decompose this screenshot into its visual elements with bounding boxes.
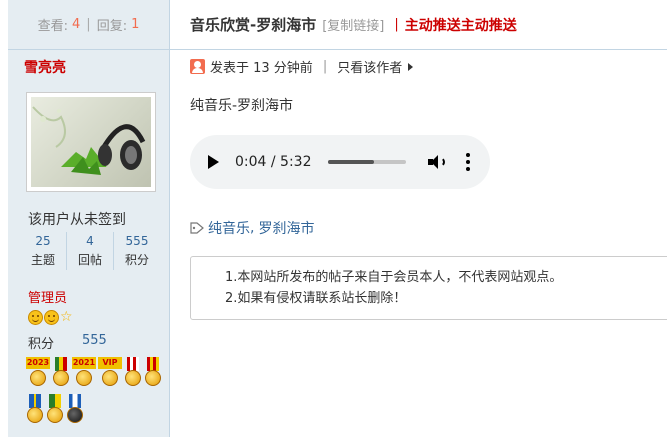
stat-value: 4 [86, 234, 94, 248]
stat-label: 回帖 [77, 253, 102, 267]
medal-year-label: 2021 [72, 357, 96, 369]
points-value: 555 [82, 333, 107, 348]
views-count: 4 [72, 17, 81, 32]
stat-value: 25 [35, 234, 51, 248]
vip-label: VIP [98, 357, 122, 369]
smiley-rank-icon [28, 310, 43, 325]
disclaimer-line: 1.本网站所发布的帖子来自于会员本人，不代表网站观点。 [225, 270, 563, 285]
rank-icons: ☆ [28, 310, 73, 325]
audio-progress-bar[interactable] [327, 160, 406, 164]
medal-icon[interactable]: 2023 [26, 357, 50, 393]
post-content: 纯音乐-罗刹海市 [190, 98, 294, 114]
stat-topics[interactable]: 25 主题 [20, 232, 66, 270]
replies-count: 1 [131, 17, 140, 32]
copy-link-button[interactable]: [复制链接] [322, 15, 384, 34]
post-meta: 发表于 13 分钟前 | 只看该作者 [190, 57, 414, 76]
medal-icon[interactable] [124, 357, 142, 393]
stat-label: 主题 [30, 253, 55, 267]
disclaimer-box: 1.本网站所发布的帖子来自于会员本人，不代表网站观点。 2.如果有侵权请联系站长… [190, 256, 667, 320]
page-title: 音乐欣赏-罗刹海市 [190, 16, 317, 34]
tag-link[interactable]: 罗刹海市 [258, 218, 314, 238]
audio-player: 0:04 / 5:32 [190, 135, 490, 189]
medal-year-label: 2023 [26, 357, 50, 369]
divider: | [322, 59, 328, 74]
user-points: 积分 555 [28, 333, 107, 352]
tag-list: 纯音乐 , 罗刹海市 [190, 218, 314, 238]
divider: | [394, 17, 399, 32]
tag-icon [190, 222, 204, 234]
views-label: 查看: [37, 19, 69, 34]
audio-time: 0:04 / 5:32 [235, 154, 312, 170]
medal-list: 2023 2021 VIP [26, 357, 166, 430]
headphones-avatar-icon [32, 106, 146, 175]
user-stats: 25 主题 4 回帖 555 积分 [20, 232, 160, 270]
arrow-right-icon [408, 62, 414, 71]
stat-points[interactable]: 555 积分 [113, 232, 160, 270]
author-name-link[interactable]: 雪亮亮 [24, 57, 66, 77]
medal-icon[interactable]: 2021 [72, 357, 96, 393]
post-time: 发表于 13 分钟前 [210, 61, 313, 76]
more-options-icon[interactable] [465, 153, 470, 171]
thread-title-bar: 音乐欣赏-罗刹海市 [复制链接] | 主动推送主动推送 [170, 0, 667, 50]
thread-stats: 查看: 4 | 回复: 1 [8, 0, 169, 50]
disclaimer-line: 2.如果有侵权请联系站长删除！ [225, 291, 407, 306]
star-rank-icon: ☆ [60, 309, 73, 325]
smiley-rank-icon [44, 310, 59, 325]
medal-icon[interactable] [46, 394, 64, 430]
points-label: 积分 [28, 337, 55, 352]
avatar[interactable] [26, 92, 156, 192]
author-icon [190, 59, 205, 74]
stat-value: 555 [125, 234, 149, 248]
stat-posts[interactable]: 4 回帖 [66, 232, 113, 270]
medal-icon[interactable] [26, 394, 44, 430]
tag-link[interactable]: 纯音乐 [208, 218, 250, 238]
audio-progress-fill [327, 160, 375, 164]
volume-icon[interactable] [427, 154, 446, 170]
medal-icon[interactable]: VIP [98, 357, 122, 393]
play-icon[interactable] [208, 155, 219, 169]
push-link[interactable]: 主动推送主动推送 [405, 15, 517, 35]
medal-icon[interactable] [66, 394, 84, 430]
avatar-image [31, 97, 151, 187]
post-main: 音乐欣赏-罗刹海市 [复制链接] | 主动推送主动推送 发表于 13 分钟前 |… [170, 0, 667, 437]
only-author-link[interactable]: 只看该作者 [337, 57, 402, 76]
stat-label: 积分 [124, 253, 149, 267]
author-sidebar: 查看: 4 | 回复: 1 雪亮亮 该用户从未签到 25 主题 4 回帖 555… [8, 0, 170, 437]
signin-status: 该用户从未签到 [28, 212, 126, 228]
replies-label: 回复: [96, 19, 128, 34]
medal-icon[interactable] [144, 357, 162, 393]
medal-icon[interactable] [52, 357, 70, 393]
user-role[interactable]: 管理员 [28, 287, 67, 306]
